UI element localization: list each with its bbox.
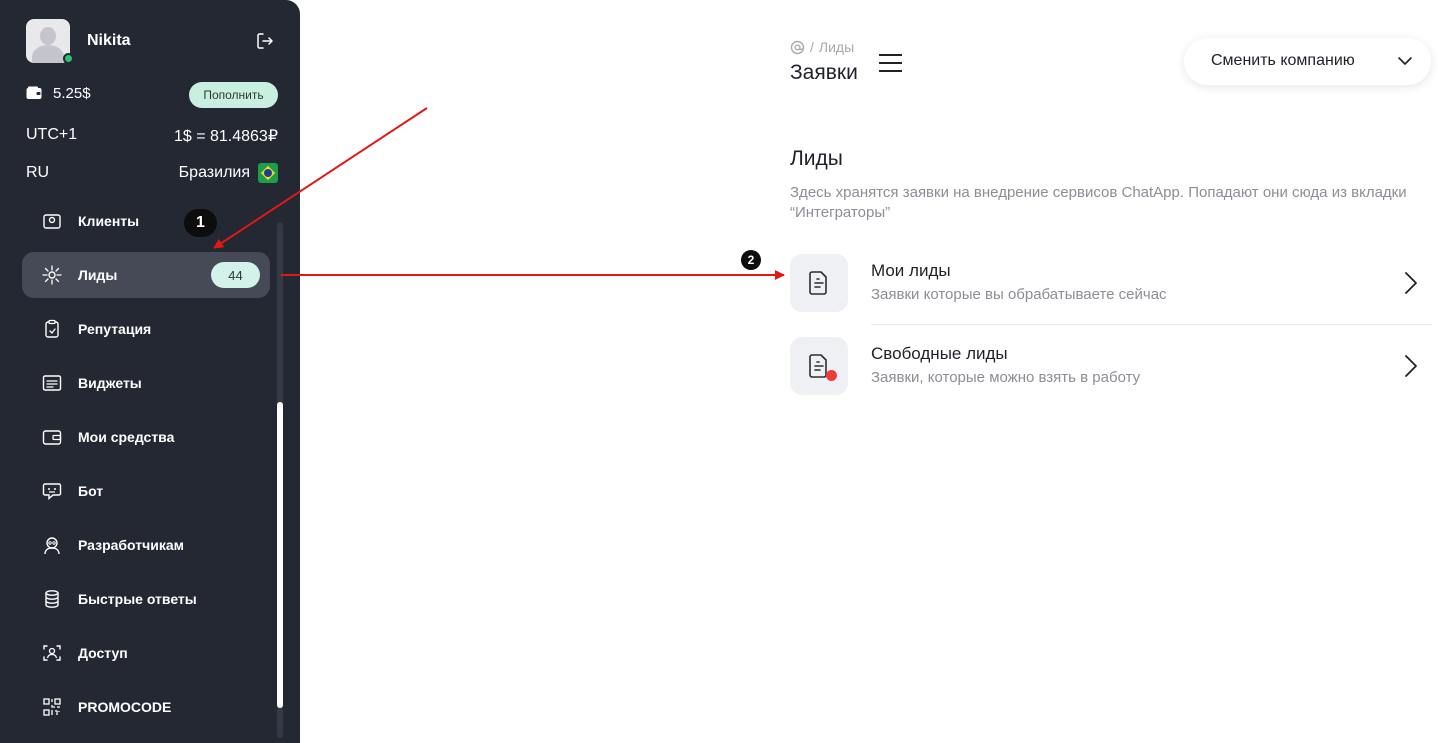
exchange-rate: 1$ = 81.4863₽	[173, 128, 278, 145]
sidebar-menu: Клиенты Лиды 44 Репутация Виджеты Мои ср…	[0, 207, 300, 743]
my-leads-title: Мои лиды	[871, 261, 951, 280]
balance-value: 5.25$	[53, 85, 91, 102]
sidebar-item-label: Доступ	[78, 645, 128, 661]
qr-code-icon	[43, 698, 61, 716]
chevron-down-icon	[1398, 57, 1412, 65]
sidebar-item-label: Репутация	[78, 321, 152, 337]
wallet-icon	[26, 86, 42, 99]
timezone-value[interactable]: UTC+1	[26, 126, 77, 144]
widget-icon	[42, 375, 62, 391]
change-company-select[interactable]: Сменить компанию	[1184, 38, 1431, 85]
breadcrumb-current: Лиды	[818, 39, 855, 55]
section-description: Здесь хранятся заявки на внедрение серви…	[790, 184, 1407, 221]
sidebar-item-bot[interactable]: Бот	[22, 468, 270, 514]
language-selector[interactable]: RU	[26, 164, 49, 182]
sidebar-item-reputation[interactable]: Репутация	[22, 306, 270, 352]
user-name: Nikita	[87, 32, 131, 49]
sidebar-item-label: Мои средства	[78, 429, 175, 445]
free-leads-subtitle: Заявки, которые можно взять в работу	[871, 369, 1141, 386]
sidebar-item-access[interactable]: Доступ	[22, 630, 270, 676]
clients-icon	[43, 214, 61, 229]
database-icon	[45, 590, 59, 608]
sidebar-scrollbar-thumb[interactable]	[277, 402, 283, 708]
my-leads-subtitle: Заявки которые вы обрабатываете сейчас	[871, 286, 1167, 303]
logout-icon[interactable]	[256, 32, 274, 50]
access-icon	[43, 645, 61, 661]
bot-chat-icon	[42, 483, 62, 501]
sidebar-item-leads[interactable]: Лиды 44	[22, 252, 270, 298]
section-title: Лиды	[790, 147, 843, 170]
sidebar-item-promocode[interactable]: PROMOCODE	[22, 684, 270, 730]
sidebar-item-label: Бот	[78, 483, 104, 499]
brazil-flag-icon	[258, 163, 278, 183]
my-leads-item[interactable]: Мои лиды Заявки которые вы обрабатываете…	[790, 254, 1432, 314]
change-company-label: Сменить компанию	[1211, 52, 1355, 69]
sidebar-item-label: Виджеты	[78, 375, 142, 391]
sidebar-item-developers[interactable]: Разработчикам	[22, 522, 270, 568]
new-leads-indicator	[826, 370, 837, 381]
document-icon	[809, 271, 827, 295]
leads-icon	[42, 265, 62, 285]
online-status-indicator	[63, 53, 74, 64]
developer-icon	[44, 537, 60, 555]
sidebar-item-label: Клиенты	[78, 213, 140, 229]
sidebar: Nikita 5.25$ Пополнить UTC+1 1$ = 81.486…	[0, 0, 300, 743]
menu-burger-icon[interactable]	[879, 52, 902, 74]
sidebar-item-label: Лиды	[78, 267, 118, 283]
wallet-icon	[42, 430, 62, 445]
lead-icon-box	[790, 337, 848, 395]
chevron-right-icon	[1405, 272, 1417, 294]
divider	[871, 324, 1432, 325]
lead-icon-box	[790, 254, 848, 312]
free-leads-item[interactable]: Свободные лиды Заявки, которые можно взя…	[790, 337, 1432, 397]
sidebar-item-widgets[interactable]: Виджеты	[22, 360, 270, 406]
sidebar-item-label: Разработчикам	[78, 537, 184, 553]
breadcrumb: / Лиды	[790, 39, 854, 55]
breadcrumb-separator: /	[810, 39, 814, 55]
home-at-icon[interactable]	[790, 40, 805, 55]
sidebar-item-quick-replies[interactable]: Быстрые ответы	[22, 576, 270, 622]
step-badge-1: 1	[184, 209, 217, 237]
sidebar-item-label: Быстрые ответы	[78, 591, 197, 607]
sidebar-item-label: PROMOCODE	[78, 699, 172, 715]
sidebar-item-my-funds[interactable]: Мои средства	[22, 414, 270, 460]
country-selector[interactable]: Бразилия	[179, 164, 250, 182]
chevron-right-icon	[1405, 355, 1417, 377]
free-leads-title: Свободные лиды	[871, 344, 1008, 363]
page-title: Заявки	[790, 61, 858, 84]
sidebar-item-clients[interactable]: Клиенты	[22, 207, 270, 244]
clipboard-check-icon	[45, 319, 59, 338]
leads-count-badge: 44	[211, 262, 260, 288]
step-badge-2: 2	[741, 250, 761, 270]
topup-button[interactable]: Пополнить	[189, 82, 278, 108]
